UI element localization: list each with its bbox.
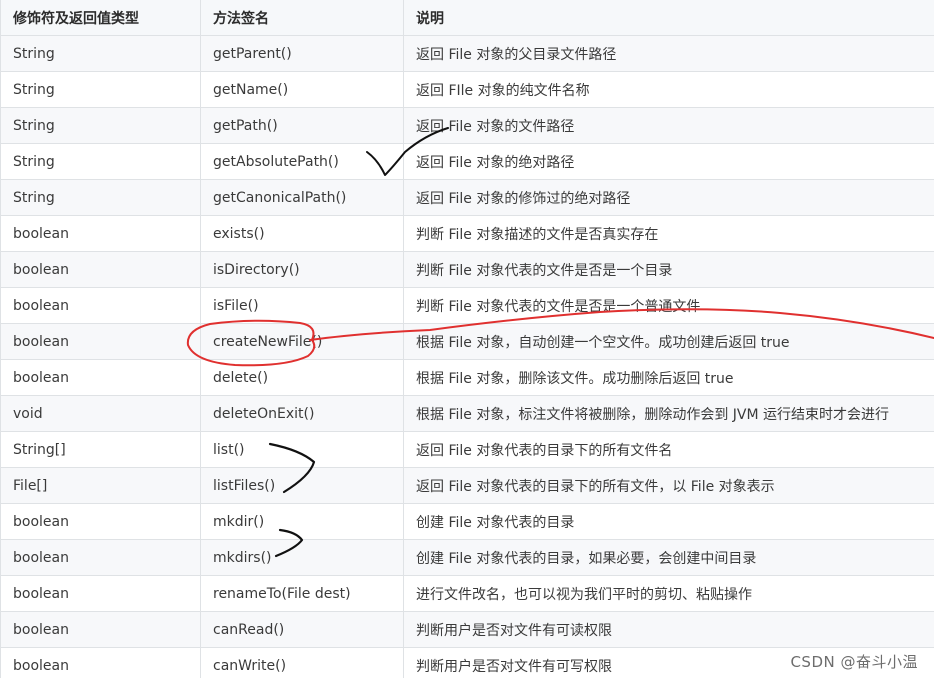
cell-description: 返回 File 对象代表的目录下的所有文件名 xyxy=(403,431,934,468)
cell-return-type: boolean xyxy=(0,323,201,360)
table-row: boolean canRead() 判断用户是否对文件有可读权限 xyxy=(0,611,934,648)
cell-method-signature: listFiles() xyxy=(200,467,404,504)
cell-method-signature: list() xyxy=(200,431,404,468)
cell-method-signature: getCanonicalPath() xyxy=(200,179,404,216)
table-header: 修饰符及返回值类型 方法签名 说明 xyxy=(0,0,934,36)
cell-return-type: boolean xyxy=(0,251,201,288)
table-row: File[] listFiles() 返回 File 对象代表的目录下的所有文件，以… xyxy=(0,467,934,504)
cell-description: 判断 File 对象描述的文件是否真实存在 xyxy=(403,215,934,252)
table-row: boolean exists() 判断 File 对象描述的文件是否真实存在 xyxy=(0,215,934,252)
header-description: 说明 xyxy=(403,0,934,36)
header-method-signature: 方法签名 xyxy=(200,0,404,36)
cell-method-signature: isDirectory() xyxy=(200,251,404,288)
cell-description: 判断 File 对象代表的文件是否是一个目录 xyxy=(403,251,934,288)
table-row: String[] list() 返回 File 对象代表的目录下的所有文件名 xyxy=(0,431,934,468)
cell-description: 根据 File 对象，删除该文件。成功删除后返回 true xyxy=(403,359,934,396)
cell-return-type: boolean xyxy=(0,215,201,252)
cell-description: 判断用户是否对文件有可读权限 xyxy=(403,611,934,648)
cell-description: 创建 File 对象代表的目录 xyxy=(403,503,934,540)
cell-return-type: String xyxy=(0,71,201,108)
cell-method-signature: exists() xyxy=(200,215,404,252)
table-row: boolean isDirectory() 判断 File 对象代表的文件是否是一个… xyxy=(0,251,934,288)
cell-description: 返回 File 对象的父目录文件路径 xyxy=(403,35,934,72)
cell-description: 返回 File 对象的文件路径 xyxy=(403,107,934,144)
header-return-type: 修饰符及返回值类型 xyxy=(0,0,201,36)
cell-return-type: boolean xyxy=(0,575,201,612)
cell-method-signature: getPath() xyxy=(200,107,404,144)
cell-return-type: boolean xyxy=(0,539,201,576)
table-row: boolean renameTo(File dest) 进行文件改名，也可以视为我们… xyxy=(0,575,934,612)
header-row: 修饰符及返回值类型 方法签名 说明 xyxy=(0,0,934,36)
cell-return-type: String[] xyxy=(0,431,201,468)
cell-description: 返回 File 对象代表的目录下的所有文件，以 File 对象表示 xyxy=(403,467,934,504)
cell-method-signature: getParent() xyxy=(200,35,404,72)
cell-method-signature: getAbsolutePath() xyxy=(200,143,404,180)
cell-return-type: String xyxy=(0,35,201,72)
cell-return-type: boolean xyxy=(0,287,201,324)
table-row: String getParent() 返回 File 对象的父目录文件路径 xyxy=(0,35,934,72)
cell-description: 创建 File 对象代表的目录，如果必要，会创建中间目录 xyxy=(403,539,934,576)
table-row: String getPath() 返回 File 对象的文件路径 xyxy=(0,107,934,144)
table-row: boolean createNewFile() 根据 File 对象，自动创建一个空… xyxy=(0,323,934,360)
cell-description: 根据 File 对象，标注文件将被删除，删除动作会到 JVM 运行结束时才会进行 xyxy=(403,395,934,432)
cell-return-type: boolean xyxy=(0,359,201,396)
cell-return-type: boolean xyxy=(0,503,201,540)
file-methods-table: 修饰符及返回值类型 方法签名 说明 String getParent() 返回 Fi… xyxy=(0,0,934,678)
cell-description: 返回 FIle 对象的纯文件名称 xyxy=(403,71,934,108)
table-row: String getAbsolutePath() 返回 File 对象的绝对路径 xyxy=(0,143,934,180)
cell-return-type: void xyxy=(0,395,201,432)
cell-method-signature: renameTo(File dest) xyxy=(200,575,404,612)
cell-method-signature: deleteOnExit() xyxy=(200,395,404,432)
cell-description: 返回 File 对象的修饰过的绝对路径 xyxy=(403,179,934,216)
cell-return-type: File[] xyxy=(0,467,201,504)
cell-method-signature: mkdirs() xyxy=(200,539,404,576)
cell-description: 进行文件改名，也可以视为我们平时的剪切、粘贴操作 xyxy=(403,575,934,612)
cell-method-signature: isFile() xyxy=(200,287,404,324)
cell-method-signature: createNewFile() xyxy=(200,323,404,360)
cell-return-type: String xyxy=(0,143,201,180)
cell-method-signature: delete() xyxy=(200,359,404,396)
table-row: boolean mkdir() 创建 File 对象代表的目录 xyxy=(0,503,934,540)
cell-description: 返回 File 对象的绝对路径 xyxy=(403,143,934,180)
table-body: String getParent() 返回 File 对象的父目录文件路径 Strin… xyxy=(0,35,934,678)
cell-return-type: boolean xyxy=(0,611,201,648)
cell-method-signature: canRead() xyxy=(200,611,404,648)
cell-return-type: String xyxy=(0,179,201,216)
table-row: boolean mkdirs() 创建 File 对象代表的目录，如果必要，会创建中… xyxy=(0,539,934,576)
cell-description: 判断 File 对象代表的文件是否是一个普通文件 xyxy=(403,287,934,324)
table-row: String getCanonicalPath() 返回 File 对象的修饰过的绝… xyxy=(0,179,934,216)
table-row: void deleteOnExit() 根据 File 对象，标注文件将被删除，删除… xyxy=(0,395,934,432)
table-row: boolean isFile() 判断 File 对象代表的文件是否是一个普通文件 xyxy=(0,287,934,324)
table-row: boolean delete() 根据 File 对象，删除该文件。成功删除后返回 … xyxy=(0,359,934,396)
cell-return-type: boolean xyxy=(0,647,201,678)
cell-return-type: String xyxy=(0,107,201,144)
cell-method-signature: getName() xyxy=(200,71,404,108)
csdn-watermark: CSDN @奋斗小温 xyxy=(790,653,918,671)
table-row: String getName() 返回 FIle 对象的纯文件名称 xyxy=(0,71,934,108)
cell-method-signature: mkdir() xyxy=(200,503,404,540)
cell-description: 根据 File 对象，自动创建一个空文件。成功创建后返回 true xyxy=(403,323,934,360)
cell-method-signature: canWrite() xyxy=(200,647,404,678)
